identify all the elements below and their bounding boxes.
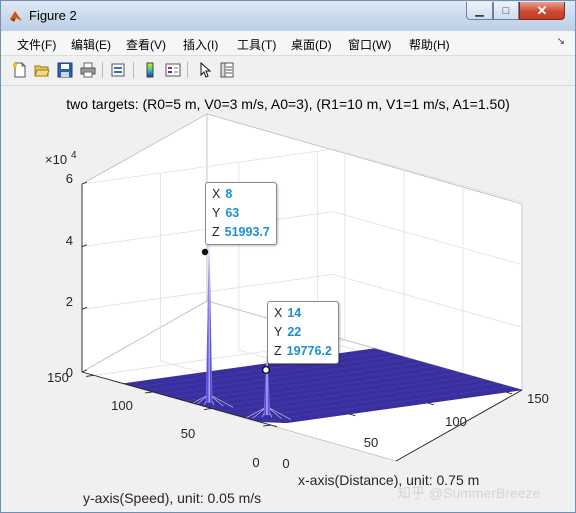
link-icon [111,63,125,77]
x-tick-0: 0 [282,456,289,471]
title-bar[interactable]: Figure 2 ▁ □ ✕ [1,1,575,31]
z-multiplier: ×10 [45,152,67,167]
open-folder-icon [34,65,50,77]
figure-window: Figure 2 ▁ □ ✕ 文件(F) 编辑(E) 查看(V) 插入(I) 工… [0,0,576,513]
close-button[interactable]: ✕ [519,2,565,20]
menu-help[interactable]: 帮助(H) [409,36,450,53]
pointer-button[interactable] [196,61,214,79]
datatip-1-y-row: Y 63 [212,204,270,223]
datatip-1-x-value: 8 [225,187,233,201]
menu-desktop[interactable]: 桌面(D) [291,36,332,53]
y-tick-mark [144,391,153,394]
menu-file[interactable]: 文件(F) [17,36,56,53]
z-tick-2: 2 [66,294,73,309]
z-exponent: 4 [71,150,77,161]
x-tick-150: 150 [527,391,549,406]
datatip-2-z-row: Z 19776.2 [274,342,332,361]
chevron-double-icon[interactable]: ↘ [557,36,565,47]
datatip-1-z-value: 51993.7 [224,225,270,239]
z-tick-6: 6 [66,171,73,186]
minimize-icon: ▁ [475,5,484,17]
datatip-2-y-label: Y [274,325,283,339]
new-figure-icon [13,62,26,78]
datatip-2-x-value: 14 [287,306,302,320]
datatip-2-marker[interactable] [261,365,271,375]
y-tick-mark [263,424,272,427]
legend-icon [165,63,181,77]
link-button[interactable] [109,61,127,79]
x-tick-50: 50 [364,435,378,450]
legend-button[interactable] [164,61,182,79]
colorbar-icon [146,62,154,78]
datatip-peak-2[interactable]: X 14 Y 22 Z 19776.2 [267,301,339,364]
save-button[interactable] [56,61,74,79]
print-button[interactable] [79,61,97,79]
print-icon [80,62,96,78]
datatip-2-y-row: Y 22 [274,323,332,342]
close-icon: ✕ [536,2,548,18]
x-tick-100: 100 [445,414,467,429]
y-tick-0: 0 [252,455,259,470]
menu-edit[interactable]: 编辑(E) [71,36,111,53]
open-button[interactable] [33,61,51,79]
datatip-1-z-label: Z [212,225,220,239]
datatip-2-z-label: Z [274,344,282,358]
toolbar-separator [187,62,188,78]
menu-view[interactable]: 查看(V) [126,36,166,53]
toolbar-separator [133,62,134,78]
pointer-icon [200,62,212,78]
property-inspector-icon [220,62,234,78]
toolbar [1,56,575,86]
menu-tools[interactable]: 工具(T) [237,36,276,53]
y-tick-50: 50 [181,426,195,441]
menu-bar: 文件(F) 编辑(E) 查看(V) 插入(I) 工具(T) 桌面(D) 窗口(W… [1,31,575,56]
figure-canvas[interactable]: two targets: (R0=5 m, V0=3 m/s, A0=3), (… [1,86,575,512]
datatip-1-y-value: 63 [225,206,240,220]
datatip-2-x-label: X [274,306,283,320]
y-tick-150: 150 [47,370,69,385]
property-inspector-button[interactable] [218,61,236,79]
window-title: Figure 2 [29,8,77,23]
menu-window[interactable]: 窗口(W) [348,36,391,53]
datatip-1-y-label: Y [212,206,221,220]
datatip-2-z-value: 19776.2 [286,344,332,358]
y-tick-mark [85,374,94,377]
colorbar-button[interactable] [141,61,159,79]
datatip-peak-1[interactable]: X8 Y 63 Z 51993.7 [205,182,277,245]
surface-plot[interactable]: 0 2 4 6 ×10 4 0 50 100 150 0 50 100 150 … [1,86,575,512]
datatip-1-x-row: X8 [212,185,270,204]
datatip-1-x-label: X [212,187,221,201]
datatip-2-x-row: X 14 [274,304,332,323]
matlab-icon [10,11,22,22]
maximize-button[interactable]: □ [493,2,519,20]
new-figure-button[interactable] [11,61,29,79]
y-tick-mark [204,407,212,410]
minimize-button[interactable]: ▁ [466,2,493,20]
z-tick-4: 4 [66,233,73,248]
datatip-1-marker[interactable] [201,248,209,256]
y-tick-100: 100 [111,398,133,413]
watermark: 知乎 @SummerBreeze [397,485,541,501]
menu-insert[interactable]: 插入(I) [183,36,218,53]
maximize-icon: □ [502,4,510,17]
datatip-1-z-row: Z 51993.7 [212,223,270,242]
save-icon [57,62,73,78]
y-axis-label: y-axis(Speed), unit: 0.05 m/s [83,490,261,506]
toolbar-separator [102,62,103,78]
datatip-2-y-value: 22 [287,325,302,339]
